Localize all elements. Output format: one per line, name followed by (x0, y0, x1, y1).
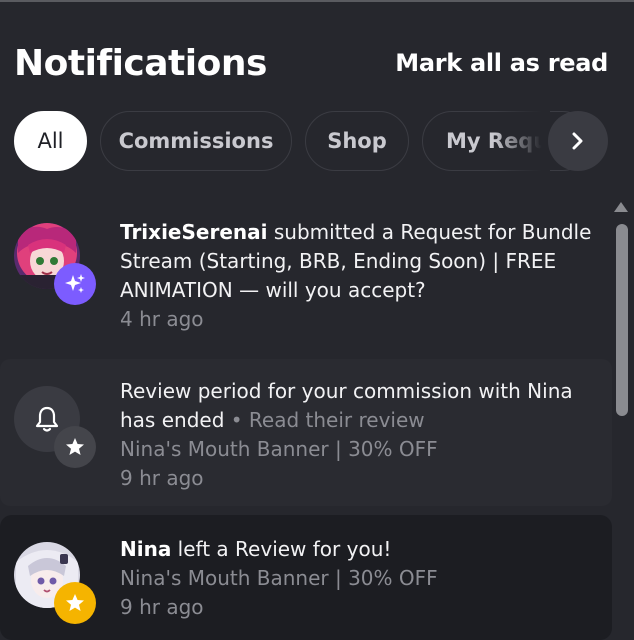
star-icon (66, 438, 84, 455)
notification-item[interactable]: Review period for your commission with N… (0, 359, 612, 506)
tabs-fade (494, 111, 550, 171)
avatar-trixieserenai (14, 223, 96, 305)
tab-commissions[interactable]: Commissions (100, 111, 292, 171)
star-icon (66, 594, 84, 611)
request-badge (54, 263, 96, 305)
sparkles-icon (65, 274, 85, 293)
window-top-edge (0, 0, 634, 2)
notification-item[interactable]: Nina left a Review for you! Nina's Mouth… (0, 515, 612, 640)
read-review-link[interactable]: Read their review (249, 408, 425, 432)
notification-text: TrixieSerenai submitted a Request for Bu… (120, 218, 600, 334)
page-title: Notifications (14, 43, 267, 84)
notification-time: 4 hr ago (120, 307, 204, 331)
notification-text: Nina left a Review for you! Nina's Mouth… (120, 535, 600, 622)
bell-avatar (14, 386, 96, 468)
review-badge (54, 582, 96, 624)
tab-shop[interactable]: Shop (305, 111, 409, 171)
scrollbar-thumb[interactable] (616, 224, 628, 416)
notification-text: Review period for your commission with N… (120, 377, 600, 493)
notifications-header: Notifications Mark all as read (14, 40, 608, 90)
tab-all[interactable]: All (14, 111, 87, 171)
separator-dot: • (224, 408, 249, 432)
notification-time: 9 hr ago (120, 466, 204, 490)
notification-list: TrixieSerenai submitted a Request for Bu… (0, 200, 612, 640)
notification-time: 9 hr ago (120, 595, 204, 619)
tabs-next-button[interactable] (548, 111, 608, 171)
notification-item[interactable]: TrixieSerenai submitted a Request for Bu… (0, 200, 612, 350)
notification-actor: Nina (120, 537, 172, 561)
scroll-up-arrow[interactable] (614, 202, 628, 212)
chevron-right-icon (572, 132, 583, 150)
notification-actor: TrixieSerenai (120, 220, 268, 244)
review-badge (54, 426, 96, 468)
avatar-nina (14, 542, 96, 624)
notification-subtitle: Nina's Mouth Banner | 30% OFF (120, 437, 438, 461)
notification-message: left a Review for you! (171, 537, 392, 561)
mark-all-read-button[interactable]: Mark all as read (395, 49, 608, 77)
notification-subtitle: Nina's Mouth Banner | 30% OFF (120, 566, 438, 590)
filter-tabs: All Commissions Shop My Requests (14, 111, 608, 171)
bell-icon (35, 406, 59, 432)
